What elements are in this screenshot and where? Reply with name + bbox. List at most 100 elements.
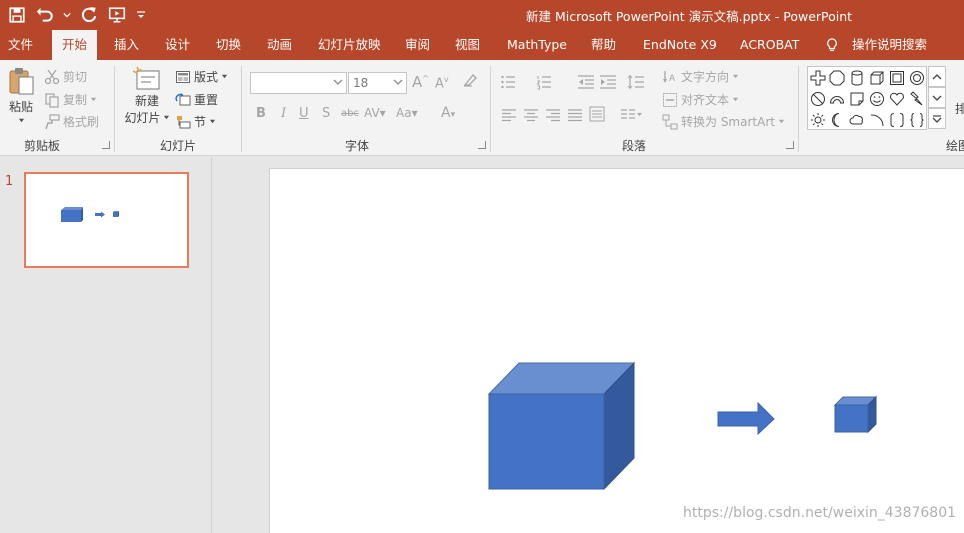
lightbulb-icon bbox=[827, 38, 837, 51]
distributed-icon[interactable] bbox=[589, 106, 605, 122]
change-case-icon[interactable]: Aa▾ bbox=[396, 106, 418, 120]
layout-button[interactable]: 版式 bbox=[175, 68, 228, 85]
redo-button[interactable] bbox=[78, 4, 100, 26]
justify-icon[interactable] bbox=[567, 108, 583, 122]
tab-insert[interactable]: 插入 bbox=[114, 30, 139, 60]
shape-braces[interactable] bbox=[908, 111, 926, 129]
shape-heart[interactable] bbox=[888, 90, 906, 108]
tab-acrobat[interactable]: ACROBAT bbox=[740, 30, 799, 60]
shape-donut[interactable] bbox=[908, 69, 926, 87]
underline-icon[interactable]: U bbox=[299, 106, 309, 121]
font-launcher[interactable] bbox=[478, 141, 486, 149]
tab-view[interactable]: 视图 bbox=[455, 30, 480, 60]
shape-smiley[interactable] bbox=[868, 90, 886, 108]
increase-indent-icon[interactable] bbox=[599, 74, 617, 90]
reset-icon bbox=[175, 92, 191, 105]
undo-button[interactable] bbox=[34, 4, 56, 26]
align-left-icon[interactable] bbox=[501, 108, 517, 122]
shape-cloud[interactable] bbox=[848, 111, 866, 129]
increase-font-icon[interactable]: A^ bbox=[412, 73, 429, 91]
start-from-beginning-button[interactable] bbox=[106, 4, 128, 26]
tab-help[interactable]: 帮助 bbox=[591, 30, 616, 60]
format-painter-button[interactable]: 格式刷 bbox=[44, 113, 99, 130]
section-button[interactable]: 节 bbox=[175, 113, 216, 130]
repeat-icon bbox=[81, 7, 97, 23]
right-arrow-shape[interactable] bbox=[717, 401, 775, 436]
tab-endnote[interactable]: EndNote X9 bbox=[643, 30, 717, 60]
chevron-down-icon bbox=[90, 97, 97, 102]
numbering-icon[interactable] bbox=[536, 74, 552, 90]
tab-mathtype[interactable]: MathType bbox=[507, 30, 567, 60]
shape-moon[interactable] bbox=[828, 111, 846, 129]
font-color-icon[interactable]: A▾ bbox=[441, 105, 455, 121]
gallery-more[interactable] bbox=[928, 108, 946, 129]
slide-canvas[interactable] bbox=[269, 168, 964, 533]
decrease-indent-icon[interactable] bbox=[577, 74, 595, 90]
thumbnail-content bbox=[61, 207, 119, 222]
shape-brackets[interactable] bbox=[888, 111, 906, 129]
gallery-scroll-up[interactable] bbox=[928, 66, 946, 87]
clear-formatting-icon[interactable] bbox=[462, 72, 478, 92]
shape-folded-corner[interactable] bbox=[848, 90, 866, 108]
tab-slideshow[interactable]: 幻灯片放映 bbox=[318, 30, 381, 60]
copy-icon bbox=[45, 92, 59, 108]
reset-button[interactable]: 重置 bbox=[175, 91, 218, 108]
paragraph-launcher[interactable] bbox=[786, 141, 794, 149]
tell-me-search[interactable]: 操作说明搜索 bbox=[852, 30, 927, 60]
slide-thumbnail-1[interactable] bbox=[24, 172, 189, 268]
shape-block-arc[interactable] bbox=[828, 90, 846, 108]
bold-icon[interactable]: B bbox=[256, 106, 266, 121]
chevron-down-icon bbox=[333, 79, 343, 85]
shape-cross[interactable] bbox=[809, 69, 827, 87]
watermark-text: https://blog.csdn.net/weixin_43876801 bbox=[683, 505, 957, 521]
new-slide-icon bbox=[132, 66, 160, 90]
tab-review[interactable]: 审阅 bbox=[405, 30, 430, 60]
tab-file[interactable]: 文件 bbox=[8, 30, 33, 60]
shape-sun[interactable] bbox=[809, 111, 827, 129]
large-cube-shape[interactable] bbox=[487, 361, 636, 491]
convert-smartart-button[interactable]: 转换为 SmartArt bbox=[662, 113, 785, 130]
copy-button[interactable]: 复制 bbox=[44, 91, 97, 108]
font-name-combo[interactable] bbox=[250, 72, 347, 94]
line-spacing-icon[interactable] bbox=[627, 74, 645, 90]
columns-icon[interactable] bbox=[620, 108, 642, 122]
new-slide-button[interactable]: 新建 幻灯片 bbox=[123, 66, 171, 126]
align-text-button[interactable]: 对齐文本 bbox=[662, 91, 739, 108]
tab-design[interactable]: 设计 bbox=[165, 30, 190, 60]
undo-dropdown[interactable] bbox=[62, 4, 72, 26]
new-slide-label-1: 新建 bbox=[134, 94, 159, 108]
align-right-icon[interactable] bbox=[545, 108, 561, 122]
shape-no-symbol[interactable] bbox=[809, 90, 827, 108]
arrange-button[interactable]: 排 bbox=[955, 100, 964, 117]
shadow-icon[interactable]: S bbox=[322, 106, 330, 121]
shape-can[interactable] bbox=[848, 69, 866, 87]
shape-arc[interactable] bbox=[868, 111, 886, 129]
italic-icon[interactable]: I bbox=[281, 106, 286, 121]
paste-button[interactable]: 粘贴 bbox=[6, 66, 36, 124]
group-label-drawing: 绘图 bbox=[946, 139, 964, 153]
strikethrough-icon[interactable]: abc bbox=[341, 108, 359, 119]
decrease-font-icon[interactable]: Av bbox=[435, 75, 449, 91]
font-size-combo[interactable]: 18 bbox=[348, 72, 407, 94]
shape-lightning[interactable] bbox=[908, 90, 926, 108]
small-cube-shape[interactable] bbox=[833, 395, 878, 434]
more-icon bbox=[932, 114, 942, 123]
bullets-icon[interactable] bbox=[500, 74, 516, 90]
shape-frame[interactable] bbox=[888, 69, 906, 87]
save-button[interactable] bbox=[6, 4, 28, 26]
gallery-scroll-down[interactable] bbox=[928, 87, 946, 108]
cut-button[interactable]: 剪切 bbox=[44, 68, 87, 85]
shape-octagon[interactable] bbox=[828, 69, 846, 87]
character-spacing-icon[interactable]: AV▾ bbox=[364, 106, 386, 120]
donut-shape-icon bbox=[910, 71, 924, 85]
align-center-icon[interactable] bbox=[523, 108, 539, 122]
tab-home[interactable]: 开始 bbox=[52, 30, 98, 60]
customize-qat-button[interactable] bbox=[134, 4, 148, 26]
tab-transitions[interactable]: 切换 bbox=[216, 30, 241, 60]
clipboard-launcher[interactable] bbox=[102, 141, 110, 149]
shape-cube[interactable] bbox=[868, 69, 886, 87]
tab-animations[interactable]: 动画 bbox=[267, 30, 292, 60]
text-direction-button[interactable]: A 文字方向 bbox=[662, 68, 739, 85]
chevron-down-icon bbox=[932, 95, 942, 101]
thumb-arrow bbox=[95, 211, 105, 218]
